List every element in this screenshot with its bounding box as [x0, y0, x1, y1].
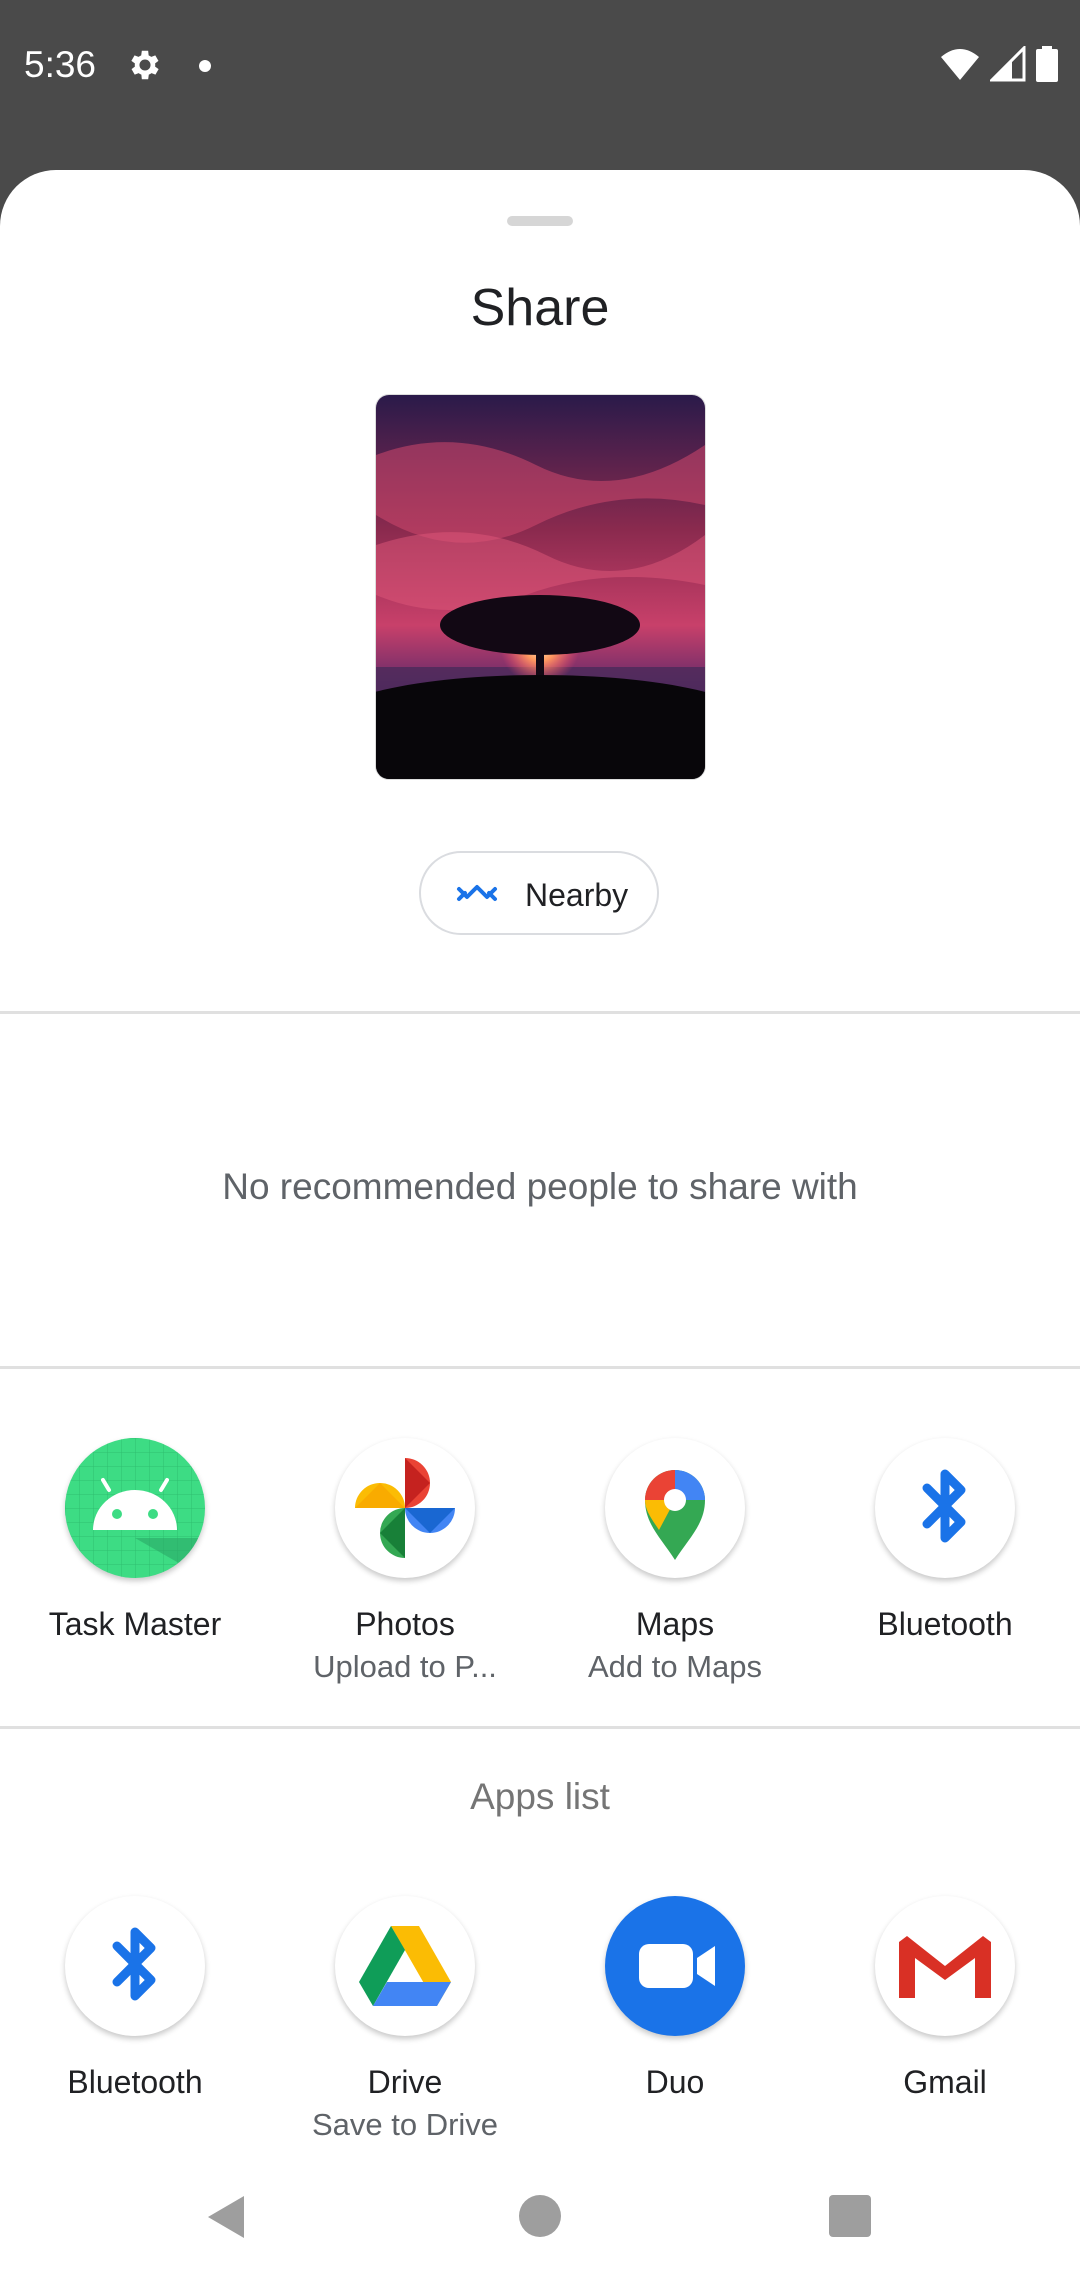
drag-handle[interactable] [507, 216, 573, 226]
app-label: Photos [355, 1606, 455, 1642]
app-sublabel: Upload to P... [313, 1649, 497, 1684]
wifi-icon [941, 49, 979, 80]
nearby-label: Nearby [525, 877, 629, 913]
app-bluetooth[interactable]: Bluetooth [810, 1438, 1080, 1643]
app-bluetooth[interactable]: Bluetooth [0, 1896, 270, 2101]
app-task-master[interactable]: Task Master [0, 1438, 270, 1643]
divider [0, 1726, 1080, 1729]
divider [0, 1366, 1080, 1369]
app-label: Maps [635, 1606, 715, 1642]
gear-icon [131, 50, 159, 80]
share-sheet: Share Nearby No recommended people to sh… [0, 170, 1080, 2280]
apps-list-title: Apps list [470, 1776, 610, 1817]
back-icon[interactable] [206, 2194, 246, 2240]
notification-dot-icon [199, 60, 211, 72]
divider [0, 1011, 1080, 1014]
home-icon[interactable] [519, 2195, 561, 2237]
duo-video-icon [605, 1896, 745, 2036]
battery-icon [1036, 46, 1058, 82]
app-sublabel: Save to Drive [311, 2107, 499, 2142]
maps-pin-icon [605, 1438, 745, 1578]
app-maps[interactable]: Maps Add to Maps [540, 1438, 810, 1685]
app-drive[interactable]: Drive Save to Drive [270, 1896, 540, 2143]
app-label: Bluetooth [67, 2064, 203, 2100]
nearby-share-button[interactable]: Nearby [419, 851, 659, 935]
recents-icon[interactable] [829, 2195, 871, 2237]
app-label: Gmail [903, 2064, 987, 2100]
app-duo[interactable]: Duo [540, 1896, 810, 2101]
bluetooth-icon [875, 1438, 1015, 1578]
navigation-bar [0, 2170, 1080, 2280]
android-icon [65, 1438, 205, 1578]
preview-image [375, 394, 706, 780]
photos-pinwheel-icon [335, 1438, 475, 1578]
app-gmail[interactable]: Gmail [810, 1896, 1080, 2101]
status-bar: 5:36 [0, 0, 1080, 170]
sheet-title: Share [470, 279, 610, 337]
drive-icon [335, 1896, 475, 2036]
app-sublabel: Add to Maps [587, 1649, 763, 1684]
status-icons [940, 46, 1058, 82]
gmail-icon [875, 1896, 1015, 2036]
cell-signal-icon [990, 46, 1026, 82]
nearby-share-icon [457, 885, 497, 901]
app-label: Duo [645, 2064, 705, 2100]
app-photos[interactable]: Photos Upload to P... [270, 1438, 540, 1685]
status-time: 5:36 [24, 44, 97, 85]
no-people-message: No recommended people to share with [222, 1166, 858, 1207]
bluetooth-icon [65, 1896, 205, 2036]
app-label: Task Master [48, 1606, 222, 1642]
sunset-tree-image [376, 395, 705, 779]
app-label: Drive [367, 2064, 443, 2100]
app-label: Bluetooth [877, 1606, 1013, 1642]
